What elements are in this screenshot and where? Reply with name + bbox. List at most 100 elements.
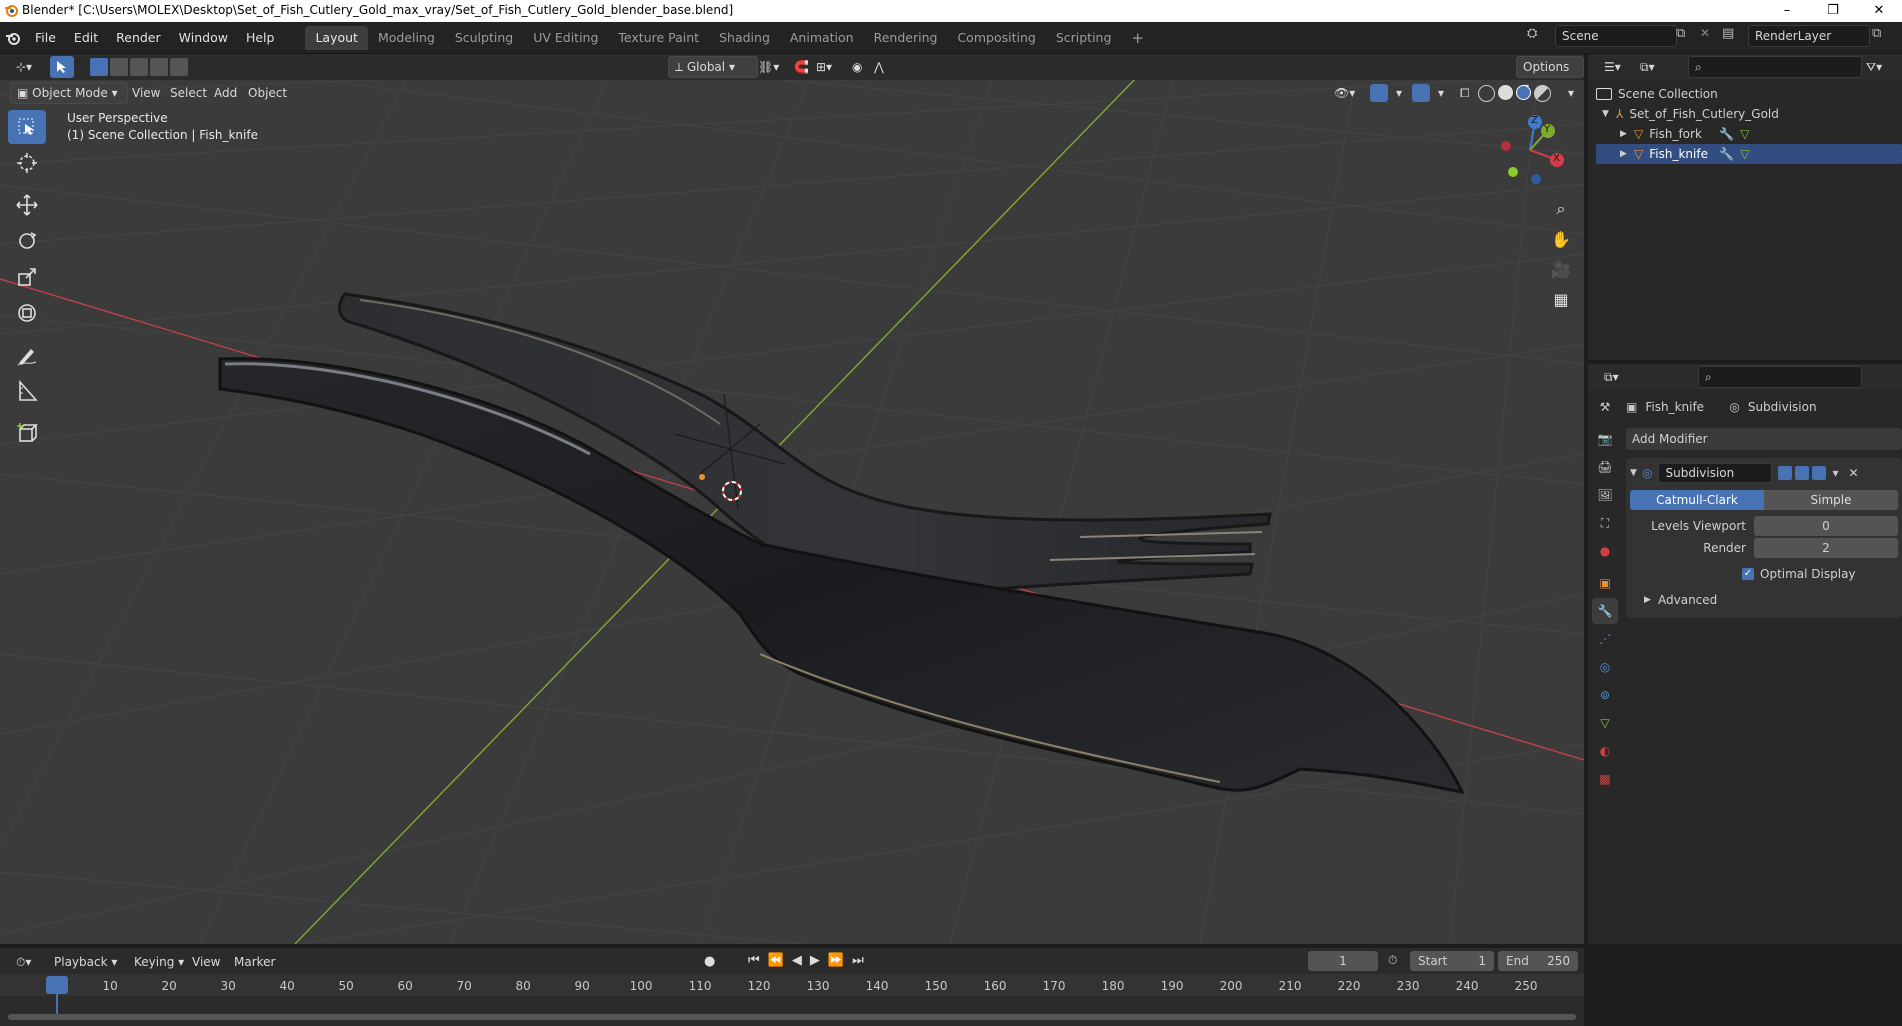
mesh-data-icon[interactable]: ▽ bbox=[1740, 144, 1749, 164]
tab-shading[interactable]: Shading bbox=[709, 26, 780, 50]
edit-mode-toggle-icon[interactable] bbox=[1778, 466, 1793, 480]
timeline-scrollbar[interactable] bbox=[8, 1014, 1576, 1020]
menu-help[interactable]: Help bbox=[237, 26, 284, 50]
record-icon[interactable]: ● bbox=[704, 954, 715, 969]
tab-compositing[interactable]: Compositing bbox=[947, 26, 1045, 50]
next-keyframe-icon[interactable]: ⏩ bbox=[828, 953, 844, 968]
menu-select[interactable]: Select bbox=[164, 83, 213, 103]
filter-icon[interactable]: ⛛▾ bbox=[1860, 57, 1888, 77]
gizmo-toggle-icon[interactable] bbox=[1370, 84, 1388, 102]
new-scene-icon[interactable]: ⧉ bbox=[1676, 26, 1685, 41]
select-extend-icon[interactable] bbox=[110, 58, 128, 76]
wireframe-shading-icon[interactable] bbox=[1478, 85, 1495, 102]
current-frame-field[interactable]: 1 bbox=[1308, 951, 1378, 971]
display-mode-icon[interactable]: ⧉▾ bbox=[1634, 57, 1661, 77]
render-tab-icon[interactable]: 📷 bbox=[1592, 426, 1618, 452]
tab-rendering[interactable]: Rendering bbox=[864, 26, 948, 50]
select-intersect-icon[interactable] bbox=[170, 58, 188, 76]
catmull-clark-button[interactable]: Catmull-Clark bbox=[1630, 490, 1764, 510]
menu-window[interactable]: Window bbox=[170, 26, 237, 50]
pan-hand-icon[interactable]: ✋ bbox=[1546, 224, 1576, 254]
select-box-tool[interactable] bbox=[8, 110, 46, 144]
shading-dropdown-icon[interactable]: ▾ bbox=[1562, 83, 1580, 103]
timeline-view-menu[interactable]: View bbox=[186, 952, 226, 972]
world-tab-icon[interactable]: ● bbox=[1592, 538, 1618, 564]
render-toggle-icon[interactable] bbox=[1812, 466, 1827, 480]
scene-tab-icon[interactable]: ⛶ bbox=[1592, 510, 1618, 536]
add-modifier-dropdown[interactable]: Add Modifier bbox=[1626, 428, 1902, 450]
data-tab-icon[interactable]: ▽ bbox=[1592, 710, 1618, 736]
previous-keyframe-icon[interactable]: ⏪ bbox=[768, 953, 784, 968]
texture-tab-icon[interactable]: ▩ bbox=[1592, 766, 1618, 792]
advanced-subpanel[interactable]: ▶ Advanced bbox=[1630, 590, 1898, 610]
outliner-editor-icon[interactable]: ☰▾ bbox=[1598, 57, 1627, 77]
options-dropdown[interactable]: Options ▾ bbox=[1516, 56, 1584, 94]
menu-add[interactable]: Add bbox=[208, 83, 243, 103]
tree-item-scene-collection[interactable]: Scene Collection bbox=[1596, 84, 1902, 104]
menu-object[interactable]: Object bbox=[242, 83, 293, 103]
rendered-shading-icon[interactable] bbox=[1534, 85, 1551, 102]
transform-tool[interactable] bbox=[8, 296, 46, 330]
material-shading-icon[interactable] bbox=[1516, 85, 1531, 100]
editor-type-icon[interactable]: ⊹▾ bbox=[10, 57, 38, 77]
select-new-icon[interactable] bbox=[90, 58, 108, 76]
camera-view-icon[interactable]: 🎥 bbox=[1546, 254, 1576, 284]
overlay-dropdown-icon[interactable]: ▾ bbox=[1432, 83, 1450, 103]
jump-start-icon[interactable]: ⏮ bbox=[748, 953, 760, 968]
minimize-button[interactable]: – bbox=[1764, 0, 1810, 22]
proportional-edit-icon[interactable]: ◉ bbox=[846, 57, 868, 77]
add-cube-tool[interactable] bbox=[8, 416, 46, 450]
restore-button[interactable]: ❐ bbox=[1810, 0, 1856, 22]
render-levels-field[interactable]: 2 bbox=[1754, 538, 1898, 558]
expand-arrow-icon[interactable]: ▶ bbox=[1620, 124, 1634, 144]
tab-uv-editing[interactable]: UV Editing bbox=[523, 26, 608, 50]
end-frame-field[interactable]: End 250 bbox=[1498, 951, 1578, 971]
menu-file[interactable]: File bbox=[26, 26, 65, 50]
scene-icon[interactable]: ⛭ bbox=[1527, 26, 1537, 41]
tab-scripting[interactable]: Scripting bbox=[1046, 26, 1122, 50]
preview-range-icon[interactable]: ⏱ bbox=[1388, 953, 1397, 968]
menu-edit[interactable]: Edit bbox=[65, 26, 107, 50]
modifier-menu-icon[interactable]: ▾ bbox=[1832, 466, 1838, 480]
select-tool-icon[interactable] bbox=[50, 56, 74, 78]
play-icon[interactable]: ▶ bbox=[810, 953, 820, 968]
object-mode-dropdown[interactable]: ▣ Object Mode ▾ bbox=[10, 82, 128, 104]
tree-item-fish-knife[interactable]: ▶ ▽ Fish_knife 🔧 ▽ bbox=[1596, 144, 1902, 164]
select-subtract-icon[interactable] bbox=[130, 58, 148, 76]
keying-menu[interactable]: Keying ▾ bbox=[128, 952, 190, 972]
play-reverse-icon[interactable]: ◀ bbox=[792, 953, 802, 968]
scale-tool[interactable] bbox=[8, 260, 46, 294]
blender-menu-icon[interactable] bbox=[0, 30, 26, 46]
material-tab-icon[interactable]: ◐ bbox=[1592, 738, 1618, 764]
menu-render[interactable]: Render bbox=[107, 26, 170, 50]
scene-field[interactable]: Scene bbox=[1555, 25, 1677, 47]
modifier-tab-icon[interactable]: 🔧 bbox=[1592, 598, 1618, 624]
mesh-data-icon[interactable]: ▽ bbox=[1740, 124, 1749, 144]
tool-settings-tab-icon[interactable]: ⚒ bbox=[1592, 394, 1618, 420]
particles-tab-icon[interactable]: ⋰ bbox=[1592, 626, 1618, 652]
view-layer-icon[interactable]: ▤ bbox=[1722, 26, 1734, 41]
playhead[interactable] bbox=[46, 976, 68, 994]
fish-knife-model[interactable] bbox=[218, 357, 1465, 795]
modifier-wrench-icon[interactable]: 🔧 bbox=[1719, 144, 1734, 164]
render-layer-field[interactable]: RenderLayer bbox=[1748, 25, 1870, 47]
modifier-wrench-icon[interactable]: 🔧 bbox=[1719, 124, 1734, 144]
properties-search-input[interactable]: ⌕ bbox=[1698, 366, 1862, 388]
playback-menu[interactable]: Playback ▾ bbox=[48, 952, 123, 972]
constraints-tab-icon[interactable]: ⊚ bbox=[1592, 682, 1618, 708]
overlay-toggle-icon[interactable] bbox=[1412, 84, 1430, 102]
expand-arrow-icon[interactable]: ▶ bbox=[1620, 144, 1634, 164]
add-workspace-button[interactable]: + bbox=[1121, 26, 1154, 50]
tree-item-collection[interactable]: ▼ ⅄ Set_of_Fish_Cutlery_Gold bbox=[1596, 104, 1902, 124]
tab-layout[interactable]: Layout bbox=[305, 25, 368, 50]
select-invert-icon[interactable] bbox=[150, 58, 168, 76]
object-tab-icon[interactable]: ▣ bbox=[1592, 570, 1618, 596]
new-view-layer-icon[interactable]: ⧉ bbox=[1872, 26, 1881, 41]
expand-arrow-icon[interactable]: ▼ bbox=[1602, 104, 1616, 124]
remove-scene-icon[interactable]: ✕ bbox=[1700, 26, 1710, 40]
3d-viewport[interactable]: User Perspective (1) Scene Collection | … bbox=[0, 54, 1584, 944]
collapse-arrow-icon[interactable]: ▼ bbox=[1630, 468, 1642, 478]
timeline-editor-icon[interactable]: ⏱▾ bbox=[10, 952, 37, 972]
menu-view[interactable]: View bbox=[126, 83, 166, 103]
xray-icon[interactable]: ⧠ bbox=[1454, 83, 1476, 103]
